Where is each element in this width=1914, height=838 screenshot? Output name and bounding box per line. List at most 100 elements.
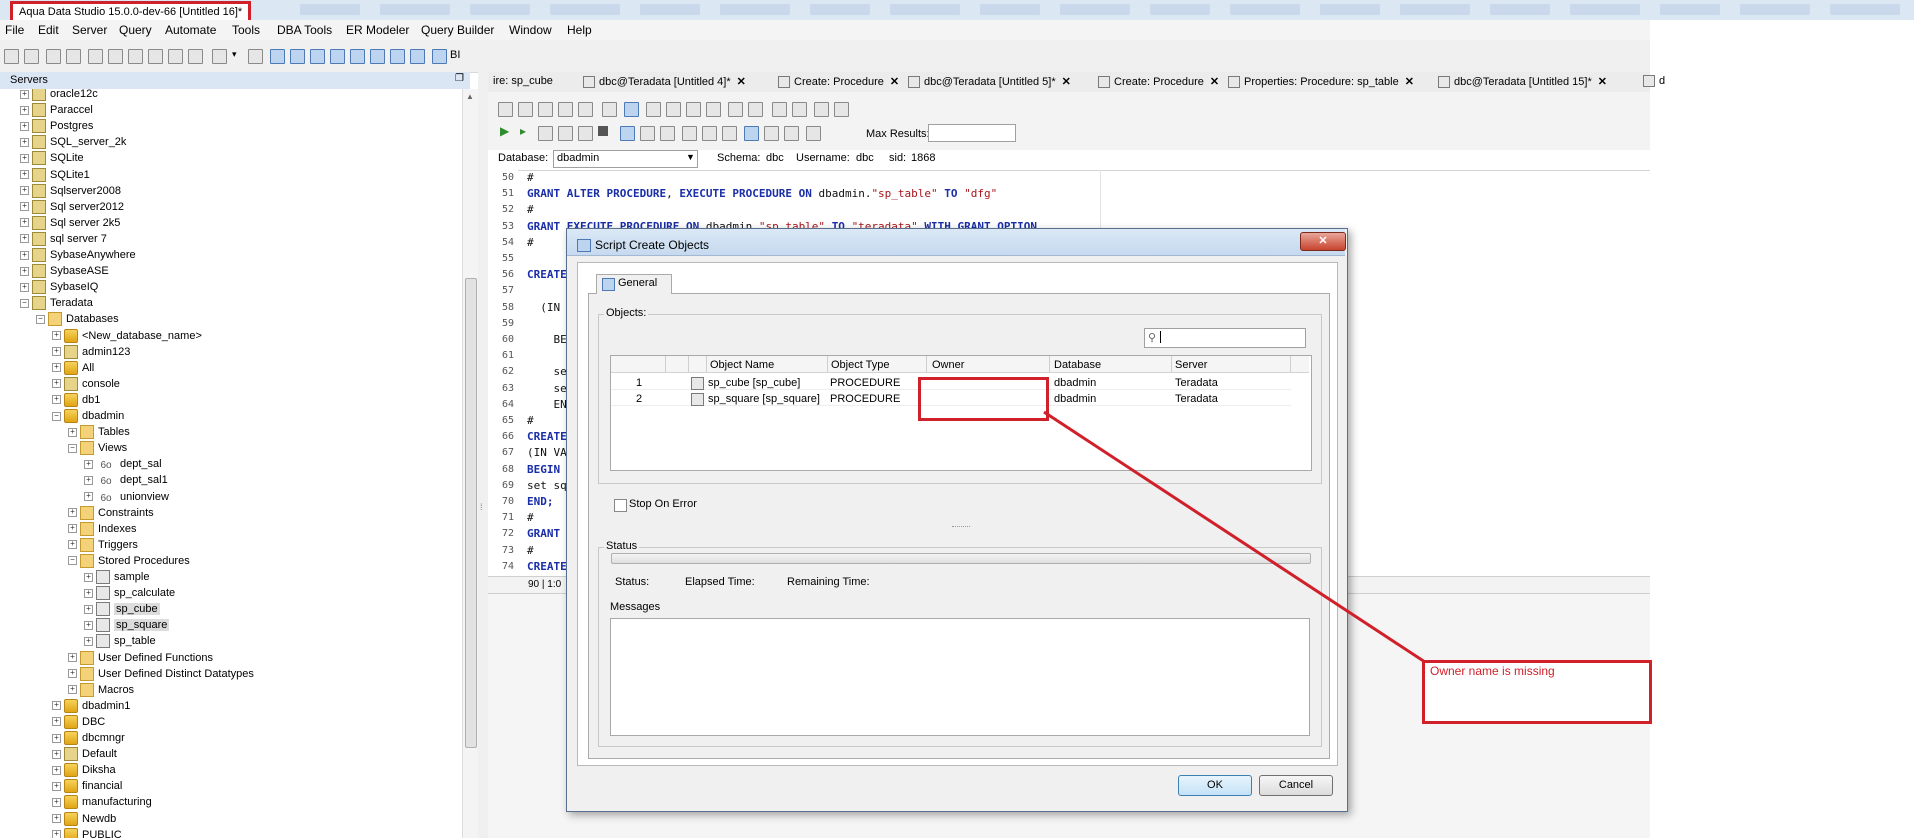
new-server-icon[interactable] [4, 49, 19, 64]
stop-icon[interactable] [598, 126, 608, 136]
schema-browser-icon[interactable] [682, 126, 697, 141]
stop-on-error-checkbox[interactable] [614, 499, 627, 512]
tree-node[interactable]: + Constraints [68, 505, 154, 521]
print-query-icon[interactable] [602, 102, 617, 117]
col-object-name[interactable]: Object Name [710, 359, 774, 371]
tree-node[interactable]: + Paraccel [20, 102, 93, 118]
tree-node[interactable]: +6o dept_sal1 [84, 472, 168, 488]
tree-node[interactable]: + Sql server 2k5 [20, 215, 120, 231]
tree-node[interactable]: + financial [52, 778, 122, 794]
tree-node[interactable]: − dbadmin [52, 408, 124, 424]
layout-4-icon[interactable] [330, 49, 345, 64]
tree-node[interactable]: + User Defined Distinct Datatypes [68, 666, 254, 682]
expand-icon[interactable]: + [52, 814, 61, 824]
register-icon[interactable] [88, 49, 103, 64]
schema-icon[interactable] [248, 49, 263, 64]
expand-icon[interactable]: + [52, 733, 61, 743]
format-icon[interactable] [814, 102, 829, 117]
tree-node[interactable]: + User Defined Functions [68, 650, 213, 666]
tree-node[interactable]: + sp_square [84, 617, 170, 633]
editor-tab[interactable]: dbc@Teradata [Untitled 5]* ✕ [908, 75, 1071, 89]
menu-server[interactable]: Server [72, 23, 107, 37]
tree-node[interactable]: + Newdb [52, 811, 116, 827]
nav-back-icon[interactable] [640, 126, 655, 141]
collapse-icon[interactable]: − [20, 298, 29, 308]
tree-node[interactable]: + sample [84, 569, 149, 585]
new-query-icon[interactable] [498, 102, 513, 117]
select-icon[interactable] [646, 102, 661, 117]
tree-node[interactable]: + Sql server2012 [20, 199, 124, 215]
bi-icon[interactable] [432, 49, 447, 64]
panel-splitter[interactable]: ⁞ [478, 72, 488, 838]
expand-icon[interactable]: + [68, 524, 77, 534]
expand-icon[interactable]: + [84, 459, 93, 469]
menu-edit[interactable]: Edit [38, 23, 59, 37]
editor-tab[interactable]: Properties: Procedure: sp_table ✕ [1228, 75, 1414, 89]
tree-node[interactable]: + Triggers [68, 537, 138, 553]
menu-query[interactable]: Query [119, 23, 152, 37]
layout-6-icon[interactable] [370, 49, 385, 64]
splitter-grip-icon[interactable]: ⁞ [480, 502, 483, 512]
execute-current-icon[interactable]: ▸ [520, 124, 526, 138]
tree-node[interactable]: + manufacturing [52, 794, 152, 810]
col-database[interactable]: Database [1054, 359, 1101, 371]
expand-icon[interactable]: + [52, 781, 61, 791]
resize-grip[interactable] [952, 526, 970, 529]
tree-node[interactable]: − Views [68, 440, 127, 456]
menu-help[interactable]: Help [567, 23, 592, 37]
tree-node[interactable]: + sql server 7 [20, 231, 107, 247]
tree-node[interactable]: + Default [52, 746, 117, 762]
expand-icon[interactable]: + [68, 427, 77, 437]
expand-icon[interactable]: + [20, 121, 29, 131]
menu-query-builder[interactable]: Query Builder [421, 23, 494, 37]
tree-node[interactable]: + sp_calculate [84, 585, 175, 601]
copy-server-icon[interactable] [108, 49, 123, 64]
connect-icon[interactable] [46, 49, 61, 64]
find-icon[interactable] [772, 102, 787, 117]
database-select[interactable]: dbadmin ▼ [553, 150, 698, 168]
compare-icon[interactable] [834, 102, 849, 117]
layout-1-icon[interactable] [270, 49, 285, 64]
expand-icon[interactable]: + [20, 105, 29, 115]
stop-on-error-label[interactable]: Stop On Error [629, 498, 697, 510]
expand-icon[interactable]: + [52, 331, 61, 341]
layout-5-icon[interactable] [350, 49, 365, 64]
save-as-icon[interactable] [558, 102, 573, 117]
expand-icon[interactable]: + [20, 137, 29, 147]
disconnect-icon[interactable] [66, 49, 81, 64]
tree-node[interactable]: + Sqlserver2008 [20, 183, 121, 199]
tab-close-icon[interactable]: ✕ [1405, 76, 1414, 88]
expand-icon[interactable]: + [20, 266, 29, 276]
expand-icon[interactable]: + [84, 572, 93, 582]
cancel-button[interactable]: Cancel [1259, 775, 1333, 796]
expand-icon[interactable]: + [68, 669, 77, 679]
tree-node[interactable]: + SybaseIQ [20, 279, 98, 295]
expand-icon[interactable]: + [52, 379, 61, 389]
expand-icon[interactable]: + [84, 588, 93, 598]
tree-node[interactable]: + db1 [52, 392, 100, 408]
menu-er-modeler[interactable]: ER Modeler [346, 23, 409, 37]
execute-explain-icon[interactable] [558, 126, 573, 141]
expand-icon[interactable]: + [20, 202, 29, 212]
collapse-icon[interactable]: − [68, 556, 77, 566]
expand-icon[interactable]: + [52, 363, 61, 373]
collapse-icon[interactable]: − [52, 411, 61, 421]
messages-area[interactable] [610, 618, 1310, 736]
save-icon[interactable] [168, 49, 183, 64]
expand-icon[interactable]: + [20, 153, 29, 163]
menu-automate[interactable]: Automate [165, 23, 216, 37]
expand-icon[interactable]: + [52, 765, 61, 775]
expand-icon[interactable]: + [20, 170, 29, 180]
menu-file[interactable]: File [5, 23, 24, 37]
chevron-down-icon[interactable]: ▼ [686, 152, 695, 162]
expand-icon[interactable]: + [84, 492, 93, 502]
dropdown-arrow-icon[interactable]: ▾ [232, 49, 237, 60]
editor-tab[interactable]: d [1643, 75, 1665, 88]
expand-icon[interactable]: + [52, 797, 61, 807]
collapse-icon[interactable]: − [36, 314, 45, 324]
grid-results-icon[interactable] [744, 126, 759, 141]
ok-button[interactable]: OK [1178, 775, 1252, 796]
tree-node[interactable]: + SQLite1 [20, 167, 90, 183]
tree-node[interactable]: + SybaseASE [20, 263, 109, 279]
execute-step-icon[interactable] [538, 126, 553, 141]
